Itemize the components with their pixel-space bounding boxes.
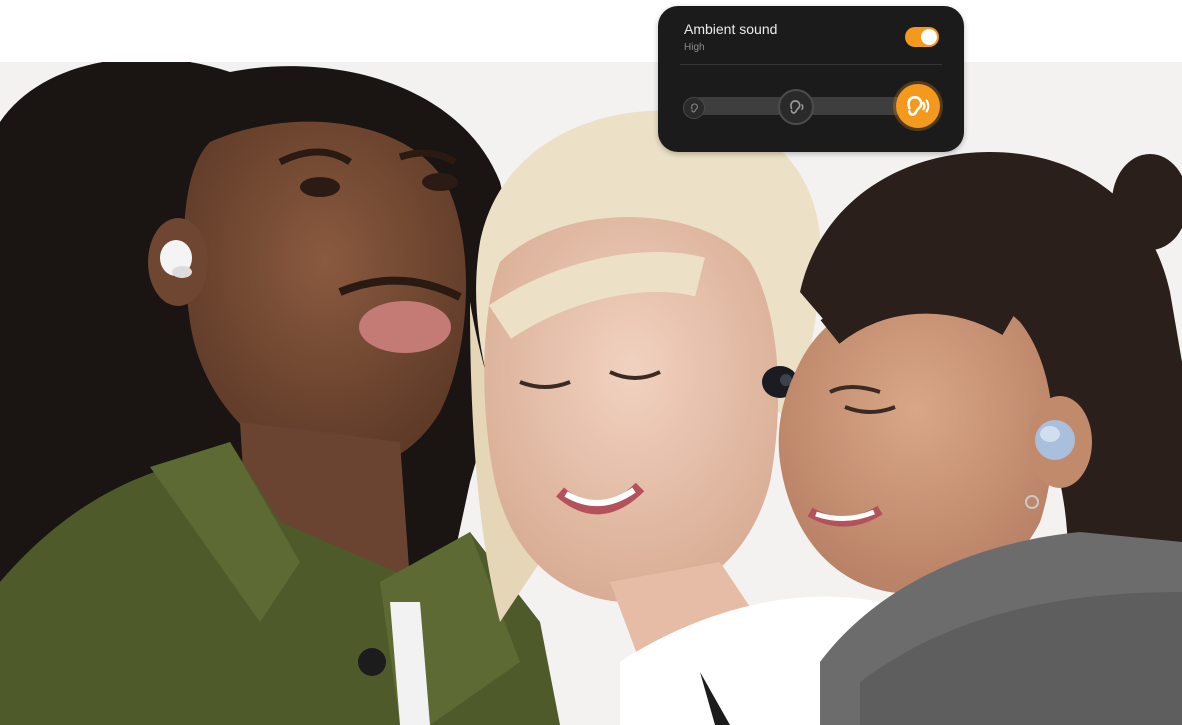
page: Ambient sound High (0, 0, 1182, 725)
ambient-sound-card: Ambient sound High (658, 6, 964, 152)
ambient-level-medium-button[interactable] (778, 89, 814, 125)
ear-sound-icon (790, 100, 804, 114)
ambient-level-low-button[interactable] (683, 97, 705, 119)
toggle-knob (921, 29, 937, 45)
divider (680, 64, 942, 65)
hero-photo-illustration (0, 62, 1182, 725)
ambient-sound-title: Ambient sound (684, 21, 778, 37)
ambient-level-high-button[interactable] (896, 84, 940, 128)
ear-sound-loud-icon (907, 96, 930, 116)
hero-photo (0, 62, 1182, 725)
ambient-sound-toggle[interactable] (905, 27, 939, 47)
ambient-level-label: High (684, 42, 705, 53)
ear-icon (691, 103, 699, 113)
